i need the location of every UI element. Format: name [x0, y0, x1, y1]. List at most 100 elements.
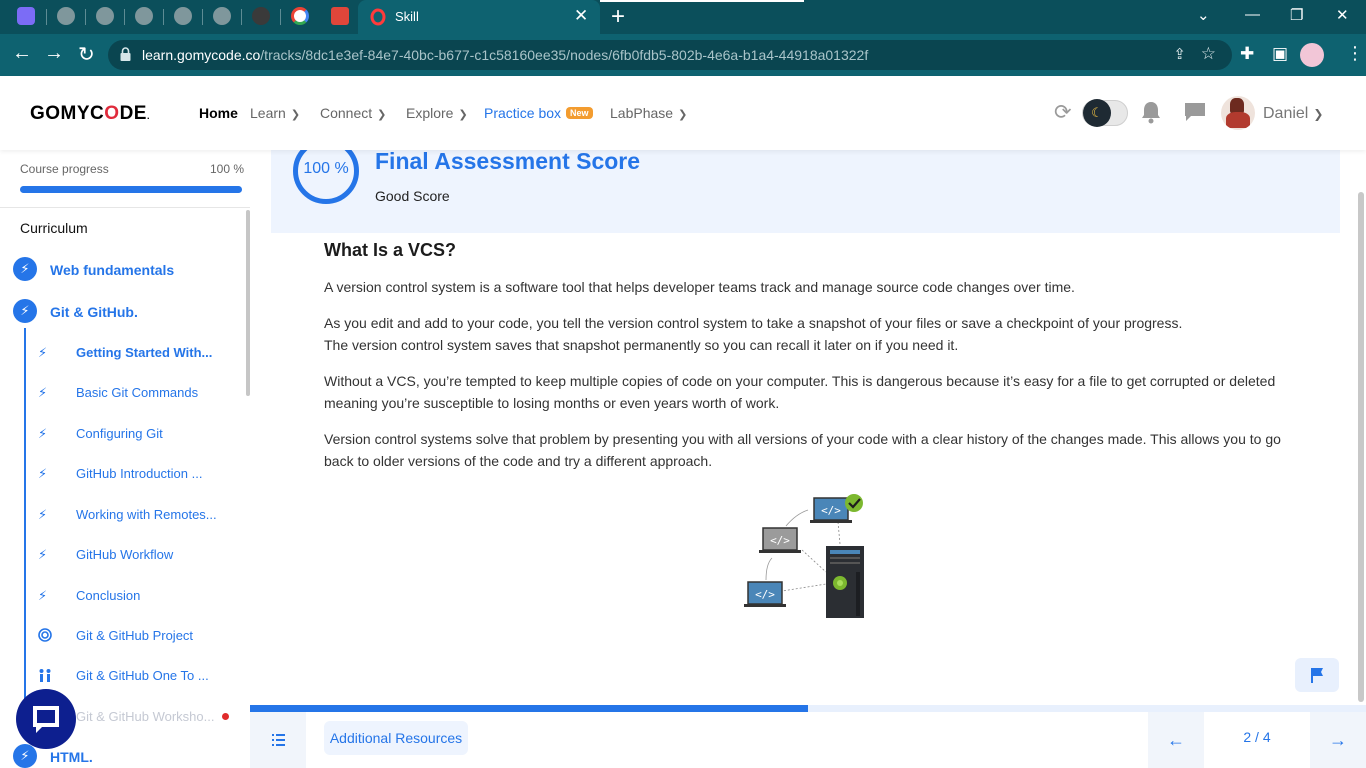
- unread-dot: [222, 713, 229, 720]
- lightning-icon: ⚡: [13, 257, 37, 281]
- lesson-git-github-project[interactable]: Git & GitHub Project: [76, 628, 193, 643]
- window-close-icon[interactable]: ✕: [1336, 6, 1349, 24]
- chapter-connector-line: [24, 328, 26, 720]
- lesson-one-to-one[interactable]: Git & GitHub One To ...: [76, 668, 209, 683]
- lesson-content: What Is a VCS? A version control system …: [324, 240, 1304, 486]
- lightning-icon: ⚡: [38, 588, 48, 603]
- tab-favicon-1[interactable]: [17, 7, 35, 25]
- tab-search-icon[interactable]: ⌄: [1197, 6, 1210, 24]
- tab-favicon-3[interactable]: [96, 7, 114, 25]
- url-path: /tracks/8dc1e3ef-84e7-40bc-b677-c1c58160…: [260, 47, 869, 63]
- share-icon[interactable]: ⇪: [1173, 45, 1186, 63]
- nav-learn-label: Learn: [250, 105, 286, 121]
- tab-favicon-2[interactable]: [57, 7, 75, 25]
- tab-title: Skill: [395, 9, 419, 24]
- nav-learn[interactable]: Learn ❯: [250, 105, 300, 121]
- nav-practice-label: Practice box: [484, 105, 562, 121]
- nav-labphase[interactable]: LabPhase ❯: [610, 105, 687, 121]
- chat-bubble-icon: [33, 706, 59, 733]
- lesson-conclusion[interactable]: Conclusion: [76, 588, 140, 603]
- lesson-heading: What Is a VCS?: [324, 240, 457, 260]
- browser-profile-avatar[interactable]: [1300, 43, 1324, 67]
- extensions-icon[interactable]: ✚: [1240, 44, 1254, 64]
- new-badge: New: [566, 107, 593, 119]
- tab-separator: [241, 9, 242, 25]
- lightning-icon: ⚡: [13, 299, 37, 323]
- minimize-icon[interactable]: —: [1245, 6, 1260, 23]
- flag-icon: [1311, 668, 1323, 683]
- support-chat-button[interactable]: [16, 689, 76, 749]
- nav-connect-label: Connect: [320, 105, 373, 121]
- user-name: Daniel: [1263, 105, 1309, 122]
- lesson-basic-git-commands[interactable]: Basic Git Commands: [76, 385, 198, 400]
- bookmark-star-icon[interactable]: ☆: [1201, 44, 1216, 64]
- reload-icon[interactable]: ↻: [78, 42, 95, 67]
- code-glyph-bottom: </>: [755, 588, 775, 601]
- nav-home[interactable]: Home: [199, 105, 238, 121]
- lightning-icon: ⚡: [38, 547, 48, 562]
- tab-separator: [280, 9, 281, 25]
- course-progress-bar: [20, 186, 242, 193]
- browser-toolbar: ← → ↻ learn.gomycode.co/tracks/8dc1e3ef-…: [0, 34, 1366, 76]
- paragraph-2a: As you edit and add to your code, you te…: [324, 315, 1183, 331]
- messages-icon[interactable]: [1183, 101, 1207, 123]
- bell-icon[interactable]: [1140, 100, 1162, 124]
- nav-connect[interactable]: Connect ❯: [320, 105, 386, 121]
- tab-separator: [124, 9, 125, 25]
- arrow-left-icon: ←: [1167, 730, 1185, 750]
- dark-mode-toggle[interactable]: ☾: [1082, 99, 1128, 127]
- active-tab[interactable]: Skill ✕: [358, 0, 600, 34]
- user-avatar[interactable]: [1221, 96, 1255, 130]
- lesson-github-workflow[interactable]: GitHub Workflow: [76, 547, 173, 562]
- sidebar-scrollbar[interactable]: [246, 210, 250, 396]
- lesson-working-with-remotes[interactable]: Working with Remotes...: [76, 507, 217, 522]
- browser-menu-icon[interactable]: ⋮: [1346, 43, 1364, 64]
- side-panel-icon[interactable]: ▣: [1272, 44, 1288, 64]
- gomycode-logo[interactable]: GOMYCODE.: [30, 103, 150, 125]
- additional-resources-button[interactable]: Additional Resources: [324, 721, 468, 755]
- main-scrollbar[interactable]: [1358, 192, 1364, 702]
- paragraph-3: Without a VCS, you’re tempted to keep mu…: [324, 373, 1276, 411]
- new-tab-icon[interactable]: +: [611, 3, 625, 31]
- next-page-button[interactable]: →: [1310, 712, 1366, 768]
- lesson-github-introduction[interactable]: GitHub Introduction ...: [76, 466, 202, 481]
- chapter-web-fundamentals[interactable]: Web fundamentals: [50, 262, 174, 278]
- close-tab-icon[interactable]: ✕: [574, 6, 588, 26]
- paragraph-4: Version control systems solve that probl…: [324, 431, 1281, 469]
- google-icon[interactable]: [291, 7, 309, 25]
- lesson-workshop[interactable]: Git & GitHub Worksho...: [76, 709, 214, 724]
- forward-icon[interactable]: →: [44, 42, 64, 65]
- score-subtitle: Good Score: [375, 188, 450, 204]
- url-host: learn.gomycode.co: [142, 47, 261, 63]
- tab-favicon-6[interactable]: [213, 7, 231, 25]
- chapter-git-github[interactable]: Git & GitHub.: [50, 304, 138, 320]
- lesson-configuring-git[interactable]: Configuring Git: [76, 426, 163, 441]
- back-icon[interactable]: ←: [12, 42, 32, 65]
- lesson-list-button[interactable]: [250, 712, 306, 768]
- tab-favicon-5[interactable]: [174, 7, 192, 25]
- tab-separator: [202, 9, 203, 25]
- address-bar[interactable]: learn.gomycode.co/tracks/8dc1e3ef-84e7-4…: [108, 40, 1232, 70]
- chevron-down-icon: ❯: [377, 109, 387, 121]
- tab-separator: [163, 9, 164, 25]
- sync-icon[interactable]: ⟳: [1054, 100, 1072, 125]
- lesson-getting-started[interactable]: Getting Started With...: [76, 345, 212, 360]
- lesson-progress-bar: [250, 705, 1366, 712]
- report-flag-button[interactable]: [1295, 658, 1339, 692]
- tab-favicon-7[interactable]: [252, 7, 270, 25]
- lightning-icon: ⚡: [38, 466, 48, 481]
- chevron-down-icon: ❯: [678, 109, 688, 121]
- tab-favicon-4[interactable]: [135, 7, 153, 25]
- tab-favicon-9[interactable]: [331, 7, 349, 25]
- restore-icon[interactable]: ❐: [1290, 6, 1303, 24]
- user-menu[interactable]: Daniel ❯: [1263, 105, 1323, 123]
- opera-icon: [370, 8, 386, 26]
- lightning-icon: ⚡: [38, 426, 48, 441]
- nav-explore[interactable]: Explore ❯: [406, 105, 468, 121]
- target-icon: [38, 628, 52, 642]
- previous-page-button[interactable]: ←: [1148, 712, 1204, 768]
- lesson-progress-fill: [250, 705, 808, 712]
- nav-practice-box[interactable]: Practice box New: [484, 105, 593, 121]
- browser-tab-bar: Skill ✕ + ⌄ — ❐ ✕: [0, 0, 1366, 34]
- chapter-html[interactable]: HTML.: [50, 749, 93, 765]
